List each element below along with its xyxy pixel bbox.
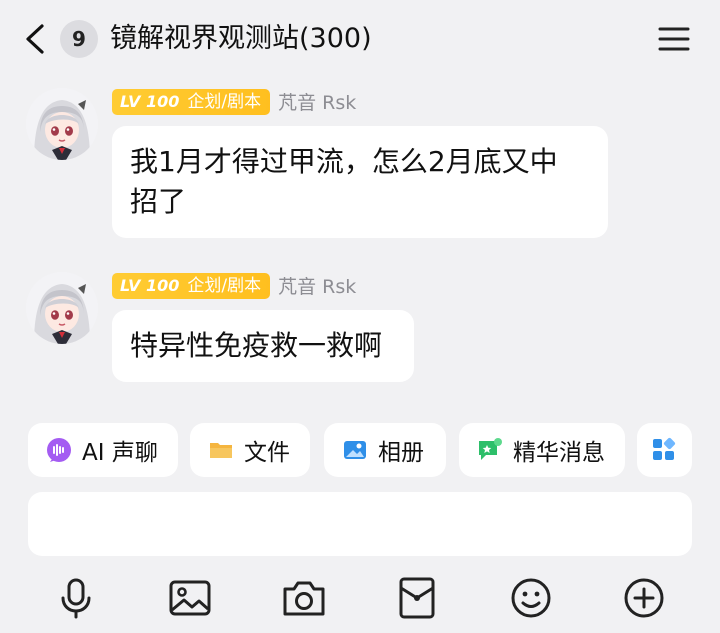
- quick-action-bar: AI 声聊 文件 相册 精华消息: [0, 420, 720, 480]
- essence-message-icon: [477, 437, 503, 463]
- apps-grid-icon: [651, 437, 677, 463]
- chip-label: AI 声聊: [82, 440, 158, 466]
- input-toolbar: [0, 568, 720, 628]
- message-text-line: 特异性免疫救一救啊: [130, 329, 383, 362]
- level-label: LV 100: [120, 275, 180, 295]
- message-bubble[interactable]: 我1月才得过甲流，怎么2月底又中 招了: [112, 126, 608, 238]
- hamburger-menu-icon[interactable]: [656, 24, 692, 54]
- message-meta: LV 100 企划/剧本 芃音 Rsk: [112, 88, 356, 116]
- emoji-icon[interactable]: [507, 574, 555, 622]
- message-input[interactable]: [28, 492, 692, 556]
- sender-name[interactable]: 芃音 Rsk: [278, 272, 356, 299]
- message-meta: LV 100 企划/剧本 芃音 Rsk: [112, 272, 356, 300]
- avatar[interactable]: [26, 272, 98, 344]
- folder-icon: [208, 437, 234, 463]
- message-bubble[interactable]: 特异性免疫救一救啊: [112, 310, 414, 382]
- level-role-badge: LV 100 企划/剧本: [112, 272, 271, 299]
- avatar[interactable]: [26, 88, 98, 160]
- microphone-icon[interactable]: [52, 574, 100, 622]
- role-label: 企划/剧本: [187, 275, 262, 296]
- role-label: 企划/剧本: [187, 91, 262, 112]
- sender-name[interactable]: 芃音 Rsk: [278, 88, 356, 115]
- plus-icon[interactable]: [620, 574, 668, 622]
- level-label: LV 100: [120, 91, 180, 111]
- camera-icon[interactable]: [280, 574, 328, 622]
- chevron-left-icon[interactable]: [22, 22, 48, 56]
- chip-label: 文件: [244, 440, 290, 466]
- message-text-line: 招了: [130, 185, 187, 218]
- image-icon[interactable]: [166, 574, 214, 622]
- unread-count-badge[interactable]: 9: [60, 20, 98, 58]
- level-role-badge: LV 100 企划/剧本: [112, 88, 271, 115]
- file-button[interactable]: 文件: [190, 423, 310, 477]
- chip-label: 精华消息: [513, 440, 605, 466]
- group-title: 镜解视界观测站(300): [110, 23, 372, 54]
- message-text-line: 我1月才得过甲流，怎么2月底又中: [130, 145, 558, 178]
- album-button[interactable]: 相册: [324, 423, 446, 477]
- chat-header: 9 镜解视界观测站(300): [0, 0, 720, 78]
- more-apps-button[interactable]: [637, 423, 692, 477]
- album-icon: [342, 437, 368, 463]
- ai-voice-icon: [46, 437, 72, 463]
- ai-voice-chat-button[interactable]: AI 声聊: [28, 423, 178, 477]
- essence-message-button[interactable]: 精华消息: [459, 423, 625, 477]
- chip-label: 相册: [378, 440, 424, 466]
- red-packet-icon[interactable]: [393, 574, 441, 622]
